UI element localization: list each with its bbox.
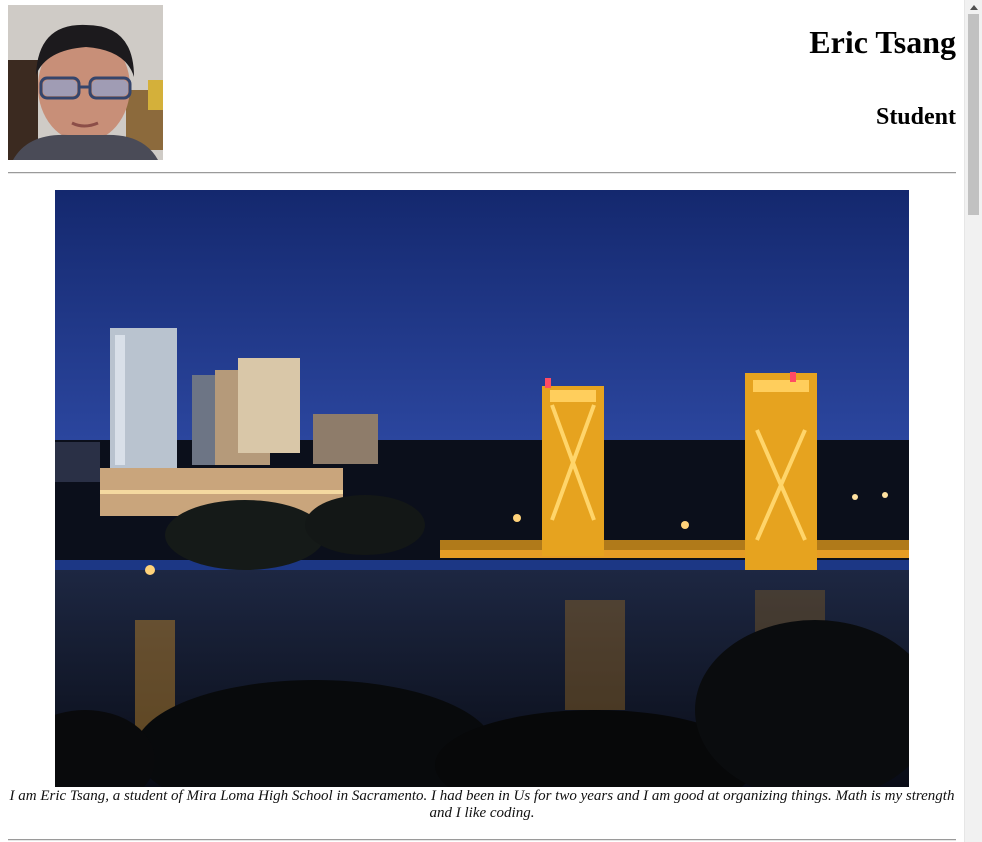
scroll-up-arrow-icon[interactable] [965, 0, 982, 14]
bio-paragraph: I am Eric Tsang, a student of Mira Loma … [9, 788, 955, 821]
scrollbar-thumb[interactable] [968, 14, 979, 215]
profile-name: Eric Tsang [809, 24, 956, 60]
footer-divider [8, 839, 956, 841]
vertical-scrollbar[interactable] [964, 0, 982, 842]
page: Eric Tsang Student I am Eric Tsang, a st… [0, 0, 964, 842]
hero-image [55, 190, 909, 787]
avatar-photo [8, 5, 163, 160]
header: Eric Tsang Student [0, 0, 964, 168]
profile-role: Student [875, 104, 956, 130]
avatar [8, 5, 163, 160]
hero-photo [55, 190, 909, 787]
header-divider [8, 172, 956, 174]
